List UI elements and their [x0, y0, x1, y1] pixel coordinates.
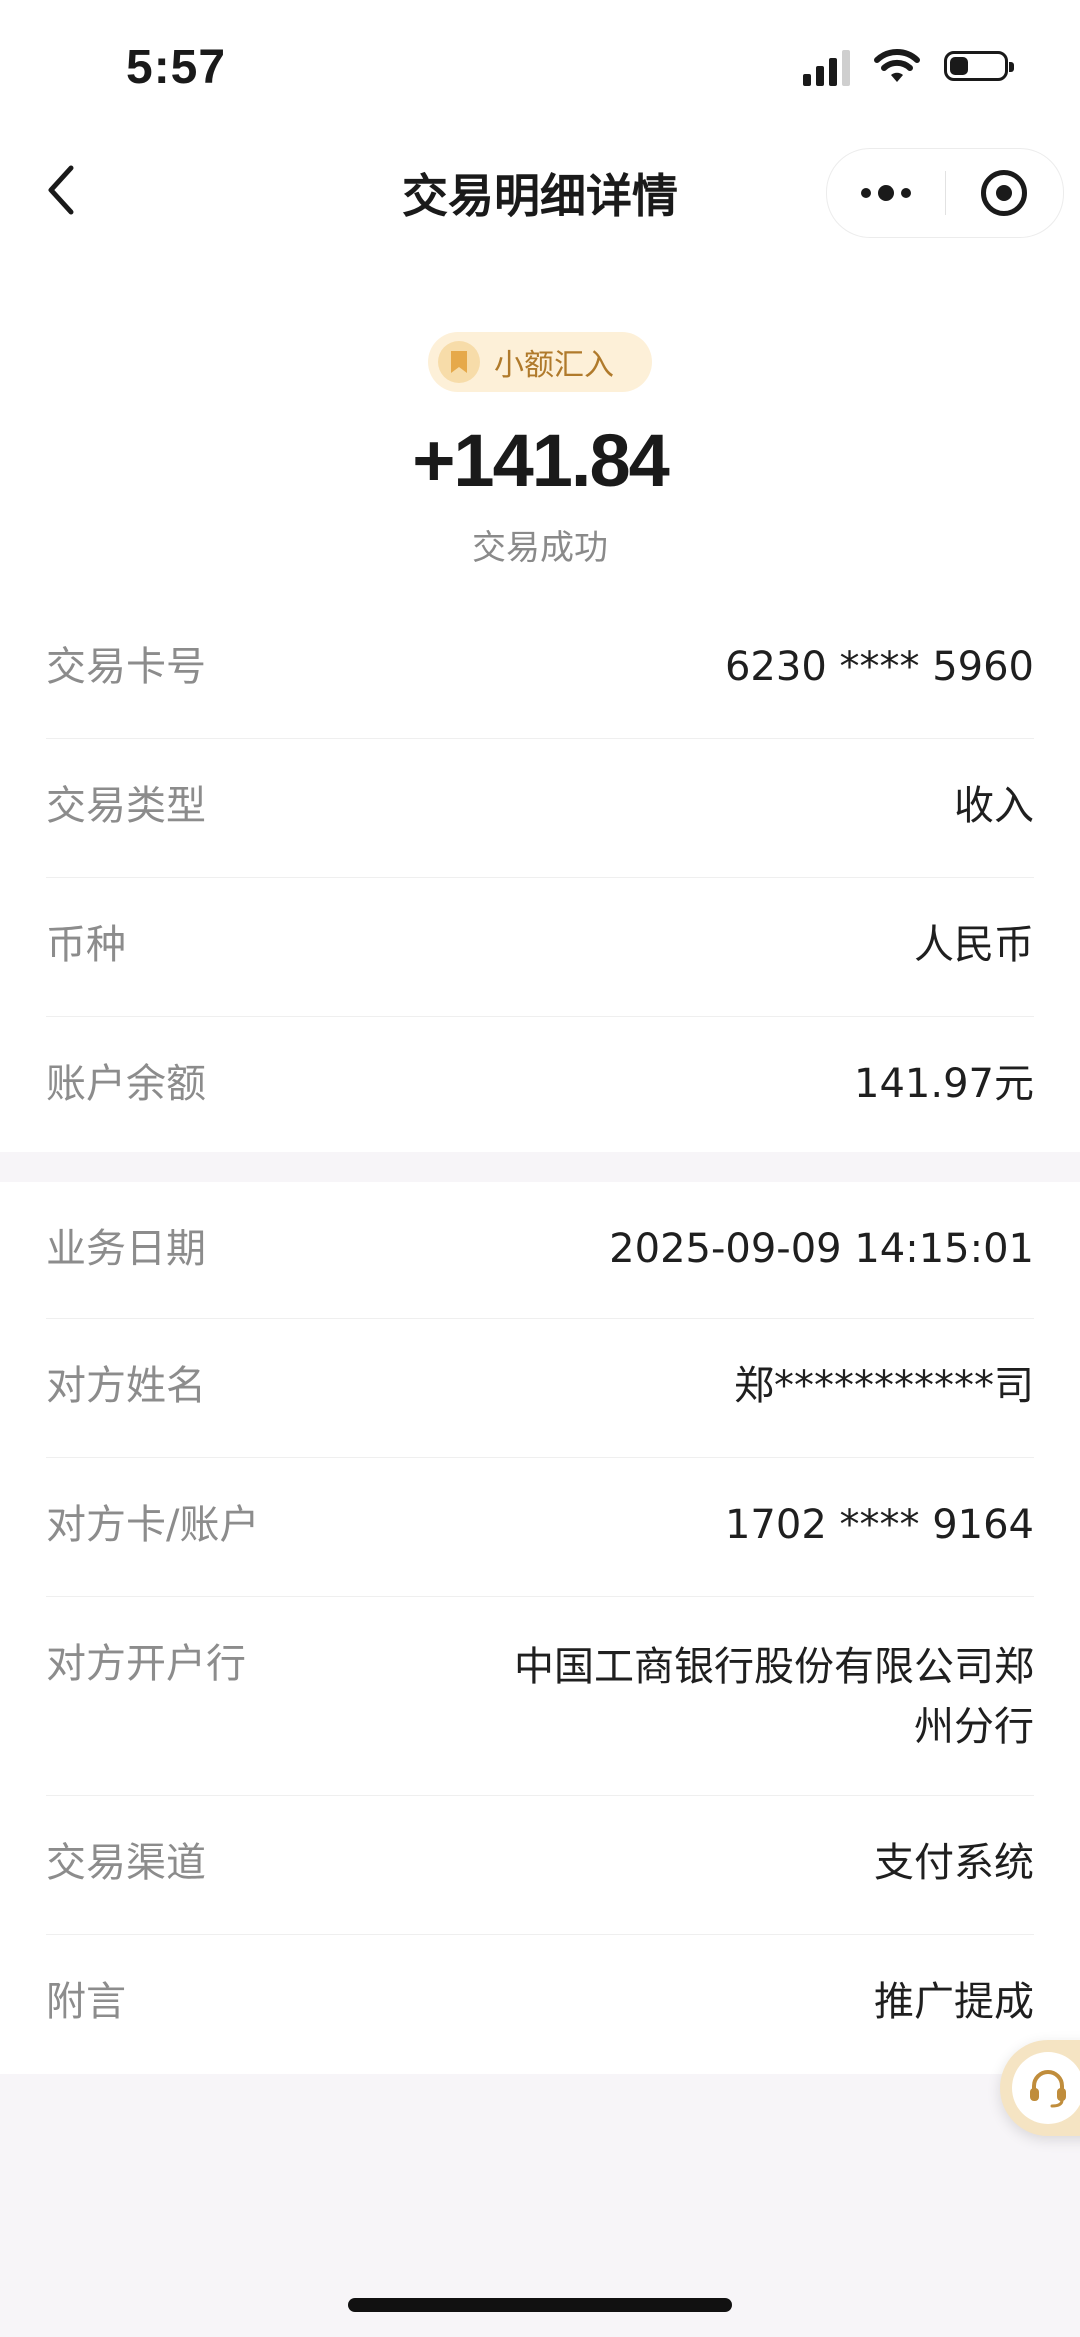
detail-label: 交易卡号: [46, 644, 206, 690]
detail-value: 6230 **** 5960: [724, 644, 1034, 690]
detail-row-counterparty-bank: 对方开户行 中国工商银行股份有限公司郑州分行: [46, 1597, 1034, 1796]
detail-value: 推广提成: [874, 1979, 1034, 2025]
detail-value: 中国工商银行股份有限公司郑州分行: [514, 1644, 1034, 1750]
cellular-signal-icon: [803, 46, 850, 86]
tag-icon-badge: [438, 341, 480, 383]
detail-row-remark: 附言 推广提成: [46, 1935, 1034, 2074]
detail-label: 对方卡/账户: [46, 1502, 260, 1548]
detail-value: 141.97元: [854, 1061, 1034, 1107]
detail-label: 附言: [46, 1979, 126, 2025]
detail-label: 交易类型: [46, 783, 206, 829]
home-indicator[interactable]: [348, 2298, 732, 2312]
detail-row-currency: 币种 人民币: [46, 878, 1034, 1017]
detail-label: 交易渠道: [46, 1840, 206, 1886]
bookmark-icon: [451, 351, 467, 373]
service-icon-badge: [1012, 2052, 1080, 2124]
screen: 5:57 交易明细详情 小额汇入 +141.84 交易成功 交易卡号 6230 …: [0, 0, 1080, 2337]
detail-label: 对方姓名: [46, 1363, 206, 1409]
tag-label: 小额汇入: [494, 348, 614, 383]
detail-row-counterparty-account: 对方卡/账户 1702 **** 9164: [46, 1458, 1034, 1597]
detail-row-card-number: 交易卡号 6230 **** 5960: [46, 600, 1034, 739]
detail-value: 收入: [954, 783, 1034, 829]
battery-fill: [950, 57, 968, 75]
detail-label: 业务日期: [46, 1226, 206, 1272]
status-time: 5:57: [126, 41, 227, 94]
battery-icon: [944, 51, 1014, 81]
detail-value: 2025-09-09 14:15:01: [609, 1226, 1034, 1272]
wifi-icon: [874, 49, 920, 82]
headset-icon: [1030, 2070, 1066, 2108]
detail-label: 币种: [46, 922, 126, 968]
detail-value: 支付系统: [874, 1840, 1034, 1886]
close-miniprogram-button[interactable]: [946, 149, 1064, 237]
detail-value: 郑***********司: [734, 1363, 1034, 1409]
transaction-status: 交易成功: [472, 528, 608, 568]
detail-row-type: 交易类型 收入: [46, 739, 1034, 878]
target-close-icon: [981, 170, 1028, 216]
miniprogram-capsule: [826, 148, 1064, 238]
more-dots-icon: [860, 185, 911, 201]
transaction-tag: 小额汇入: [428, 332, 652, 392]
more-button[interactable]: [827, 149, 945, 237]
transaction-amount: +141.84: [412, 419, 670, 502]
customer-service-button[interactable]: [1000, 2040, 1080, 2136]
detail-row-channel: 交易渠道 支付系统: [46, 1796, 1034, 1935]
detail-label: 对方开户行: [46, 1641, 246, 1687]
detail-label: 账户余额: [46, 1061, 206, 1107]
status-icons: [803, 46, 1014, 86]
detail-row-date: 业务日期 2025-09-09 14:15:01: [46, 1182, 1034, 1319]
detail-value: 人民币: [914, 922, 1034, 968]
detail-value: 1702 **** 9164: [724, 1502, 1034, 1548]
detail-row-counterparty-name: 对方姓名 郑***********司: [46, 1319, 1034, 1458]
detail-row-balance: 账户余额 141.97元: [46, 1017, 1034, 1152]
